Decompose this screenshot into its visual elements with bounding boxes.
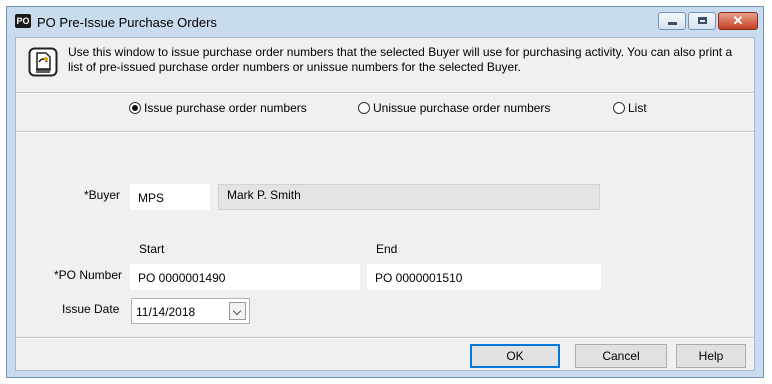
maximize-button[interactable] (688, 12, 716, 30)
po-start-input[interactable]: PO 0000001490 (130, 264, 360, 290)
minimize-icon (668, 22, 677, 25)
po-app-icon: PO (15, 14, 31, 28)
separator (16, 337, 754, 339)
window: PO PO Pre-Issue Purchase Orders ✕ Use th… (6, 6, 764, 378)
issue-date-picker[interactable]: 11/14/2018 (131, 298, 250, 324)
po-end-input[interactable]: PO 0000001510 (367, 264, 601, 290)
radio-list-label: List (628, 101, 647, 115)
maximize-icon (698, 17, 707, 24)
buyer-code-input[interactable]: MPS (130, 184, 210, 210)
radio-issue[interactable]: Issue purchase order numbers (129, 101, 307, 115)
radio-issue-label: Issue purchase order numbers (144, 101, 307, 115)
radio-unissue-label: Unissue purchase order numbers (373, 101, 551, 115)
issue-date-label: Issue Date (62, 302, 120, 316)
help-button[interactable]: Help (676, 344, 746, 368)
issue-date-value: 11/14/2018 (136, 305, 196, 319)
chevron-down-icon[interactable] (229, 302, 246, 320)
radio-unissue[interactable]: Unissue purchase order numbers (358, 101, 550, 115)
po-number-label: *PO Number (54, 268, 123, 282)
title-bar[interactable]: PO PO Pre-Issue Purchase Orders ✕ (7, 7, 763, 37)
radio-issue-indicator[interactable] (129, 102, 141, 114)
separator (16, 131, 754, 133)
radio-unissue-indicator[interactable] (358, 102, 370, 114)
cancel-button[interactable]: Cancel (575, 344, 667, 368)
end-label: End (376, 242, 398, 256)
buyer-name-field: Mark P. Smith (218, 184, 600, 210)
close-button[interactable]: ✕ (718, 12, 758, 30)
radio-list[interactable]: List (613, 101, 647, 115)
buyer-label: *Buyer (84, 188, 121, 202)
window-title: PO Pre-Issue Purchase Orders (37, 15, 217, 30)
separator (16, 92, 754, 94)
close-icon: ✕ (732, 13, 744, 28)
dialog-client-area: Use this window to issue purchase order … (15, 37, 755, 371)
start-label: Start (139, 242, 165, 256)
radio-list-indicator[interactable] (613, 102, 625, 114)
ok-button[interactable]: OK (470, 344, 560, 368)
info-text: Use this window to issue purchase order … (68, 45, 733, 74)
minimize-button[interactable] (658, 12, 686, 30)
document-info-icon (28, 47, 58, 77)
